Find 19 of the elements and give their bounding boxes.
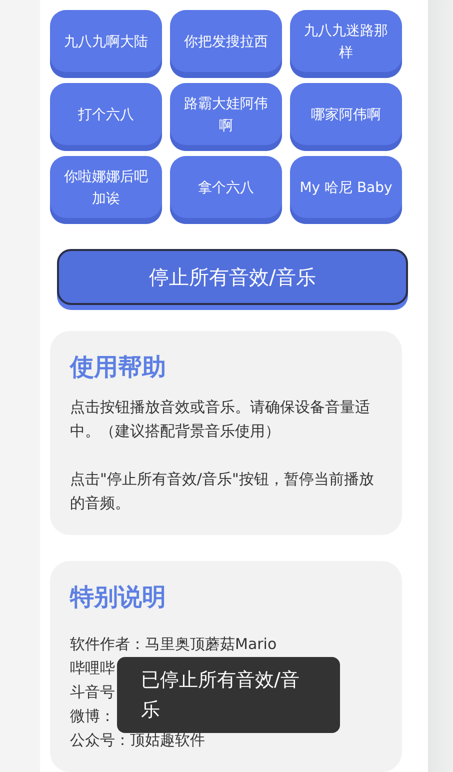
note-line: 哔哩哔 xyxy=(70,658,115,679)
sound-button[interactable]: 打个六八 xyxy=(50,83,162,151)
toast-message: 已停止所有音效/音乐 xyxy=(117,657,340,733)
card-title: 特别说明 xyxy=(70,582,167,613)
sound-button[interactable]: 九八九啊大陆 xyxy=(50,10,162,78)
sound-button[interactable]: 拿个六八 xyxy=(170,156,282,224)
note-line: 软件作者：马里奥顶蘑菇Mario xyxy=(70,634,277,655)
sound-button[interactable]: 路霸大娃阿伟啊 xyxy=(170,83,282,151)
note-line: 斗音号 xyxy=(70,682,115,703)
sound-button[interactable]: My 哈尼 Baby xyxy=(290,156,402,224)
note-line: 微博： xyxy=(70,706,115,727)
card-title: 使用帮助 xyxy=(70,352,167,383)
note-line: 公众号：顶姑趣软件 xyxy=(70,730,205,751)
sound-button[interactable]: 哪家阿伟啊 xyxy=(290,83,402,151)
sound-button[interactable]: 九八九迷路那样 xyxy=(290,10,402,78)
help-text: 点击"停止所有音效/音乐"按钮，暂停当前播放的音频。 xyxy=(70,469,375,514)
sound-button[interactable]: 你把发搜拉西 xyxy=(170,10,282,78)
sound-button[interactable]: 你啦娜娜后吧加诶 xyxy=(50,156,162,224)
help-text: 点击按钮播放音效或音乐。请确保设备音量适中。（建议搭配背景音乐使用） xyxy=(70,397,371,442)
